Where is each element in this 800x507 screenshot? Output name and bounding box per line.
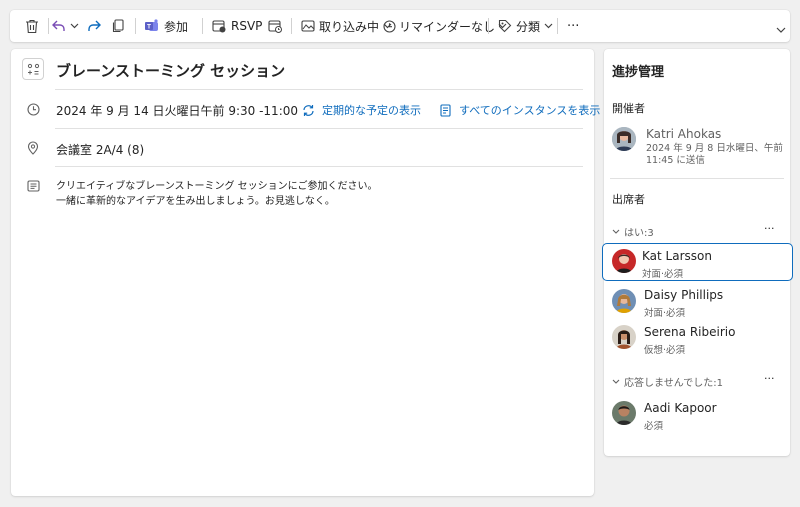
- event-title: ブレーンストーミング セッション: [56, 62, 286, 80]
- busy-status-icon: [301, 20, 315, 32]
- reminder-label: リマインダーなし: [399, 19, 496, 34]
- calendar-time-button[interactable]: [268, 10, 282, 42]
- sent-line: 2024 年 9 月 8 日水曜日、午前: [646, 143, 783, 154]
- attendee-detail: 必須: [644, 421, 664, 432]
- no-response-group-more-button[interactable]: ···: [764, 372, 775, 385]
- organizer-name: Katri Ahokas: [646, 127, 722, 141]
- expand-toolbar-button[interactable]: [776, 18, 786, 42]
- undo-button[interactable]: [52, 10, 66, 42]
- reply-arrow-icon: [52, 20, 66, 32]
- yes-group-more-button[interactable]: ···: [764, 222, 775, 235]
- attendee-avatar: [612, 325, 636, 349]
- rsvp-label: RSVP: [231, 19, 263, 33]
- show-as-dropdown[interactable]: 取り込み中: [301, 10, 392, 42]
- attendee-detail: 対面·必須: [644, 308, 686, 319]
- sent-line: 11:45 に送信: [646, 155, 705, 166]
- attendee-name: Daisy Phillips: [644, 288, 724, 302]
- trash-icon: [25, 19, 39, 34]
- event-type-icon: [22, 58, 44, 80]
- description-line: クリエイティブなブレーンストーミング セッションにご参加ください。: [56, 181, 378, 192]
- organizer-avatar: [612, 127, 636, 151]
- copy-button[interactable]: [112, 10, 124, 42]
- calendar-clock-icon: [268, 19, 282, 33]
- forward-button[interactable]: [87, 10, 101, 42]
- rsvp-button[interactable]: RSVP: [212, 10, 262, 42]
- tracking-pane: 進捗管理 開催者 Katri Ahokas 2024 年 9 月 8 日水曜日、…: [602, 49, 793, 456]
- show-all-instances-label: すべてのインスタンスを表示: [459, 104, 601, 117]
- chevron-down-icon: [776, 27, 786, 34]
- copy-icon: [112, 19, 124, 33]
- join-label: 参加: [164, 19, 189, 34]
- no-response-group-label: 応答しませんでした:1: [624, 378, 723, 389]
- location-pin-icon: [27, 141, 39, 155]
- chevron-down-icon: [612, 379, 620, 385]
- event-details-pane: ブレーンストーミング セッション 2024 年 9 月 14 日火曜日午前 9:…: [11, 49, 600, 496]
- document-list-icon: [440, 103, 451, 117]
- show-as-label: 取り込み中: [319, 19, 380, 34]
- recurring-icon: [302, 104, 315, 117]
- category-label: 分類: [516, 19, 541, 34]
- no-response-group-toggle[interactable]: 応答しませんでした:1: [612, 374, 723, 389]
- show-all-instances-link[interactable]: すべてのインスタンスを表示: [440, 102, 600, 118]
- attendee-avatar: [612, 289, 636, 313]
- calendar-reply-icon: [212, 19, 226, 33]
- attendee-detail: 仮想·必須: [644, 345, 686, 356]
- attendee-name: Kat Larsson: [642, 249, 712, 263]
- yes-group-toggle[interactable]: はい:3: [612, 224, 654, 239]
- chevron-down-icon: [544, 23, 553, 29]
- attendee-avatar: [612, 401, 636, 425]
- view-recurring-link[interactable]: 定期的な予定の表示: [302, 102, 421, 118]
- undo-dropdown-button[interactable]: [70, 10, 79, 42]
- event-location: 会議室 2A/4 (8): [56, 143, 145, 157]
- clock-icon: [27, 103, 40, 116]
- event-datetime: 2024 年 9 月 14 日火曜日午前 9:30 -11:00: [56, 104, 299, 118]
- description-line: 一緒に革新的なアイデアを生み出しましょう。お見逃しなく。: [56, 196, 335, 207]
- category-dropdown[interactable]: 分類: [498, 10, 553, 42]
- clock-icon: [383, 19, 396, 33]
- organizer-sent-time: 2024 年 9 月 8 日水曜日、午前 11:45 に送信: [646, 143, 783, 167]
- attendee-avatar: [612, 249, 636, 273]
- attendees-heading: 出席者: [612, 193, 645, 206]
- join-button[interactable]: T 参加: [144, 10, 188, 42]
- chevron-down-icon: [70, 23, 79, 29]
- description-icon: [27, 180, 40, 192]
- attendee-name: Aadi Kapoor: [644, 401, 717, 415]
- forward-arrow-icon: [87, 20, 101, 32]
- delete-button[interactable]: [25, 10, 39, 42]
- attendee-name: Serena Ribeirio: [644, 325, 736, 339]
- tracking-title: 進捗管理: [612, 65, 665, 80]
- organizer-heading: 開催者: [612, 102, 645, 115]
- view-recurring-label: 定期的な予定の表示: [322, 104, 421, 117]
- tag-icon: [498, 19, 512, 33]
- event-description: クリエイティブなブレーンストーミング セッションにご参加ください。 一緒に革新的…: [56, 179, 377, 209]
- teams-icon: T: [144, 19, 159, 33]
- command-toolbar: T 参加 RSVP 取り込み中 リマインダーなし 分類 ···: [10, 10, 790, 42]
- yes-group-label: はい:3: [624, 228, 654, 239]
- svg-text:T: T: [147, 24, 151, 31]
- more-options-button[interactable]: ···: [567, 10, 579, 42]
- attendee-detail: 対面·必須: [642, 269, 684, 280]
- chevron-down-icon: [612, 229, 620, 235]
